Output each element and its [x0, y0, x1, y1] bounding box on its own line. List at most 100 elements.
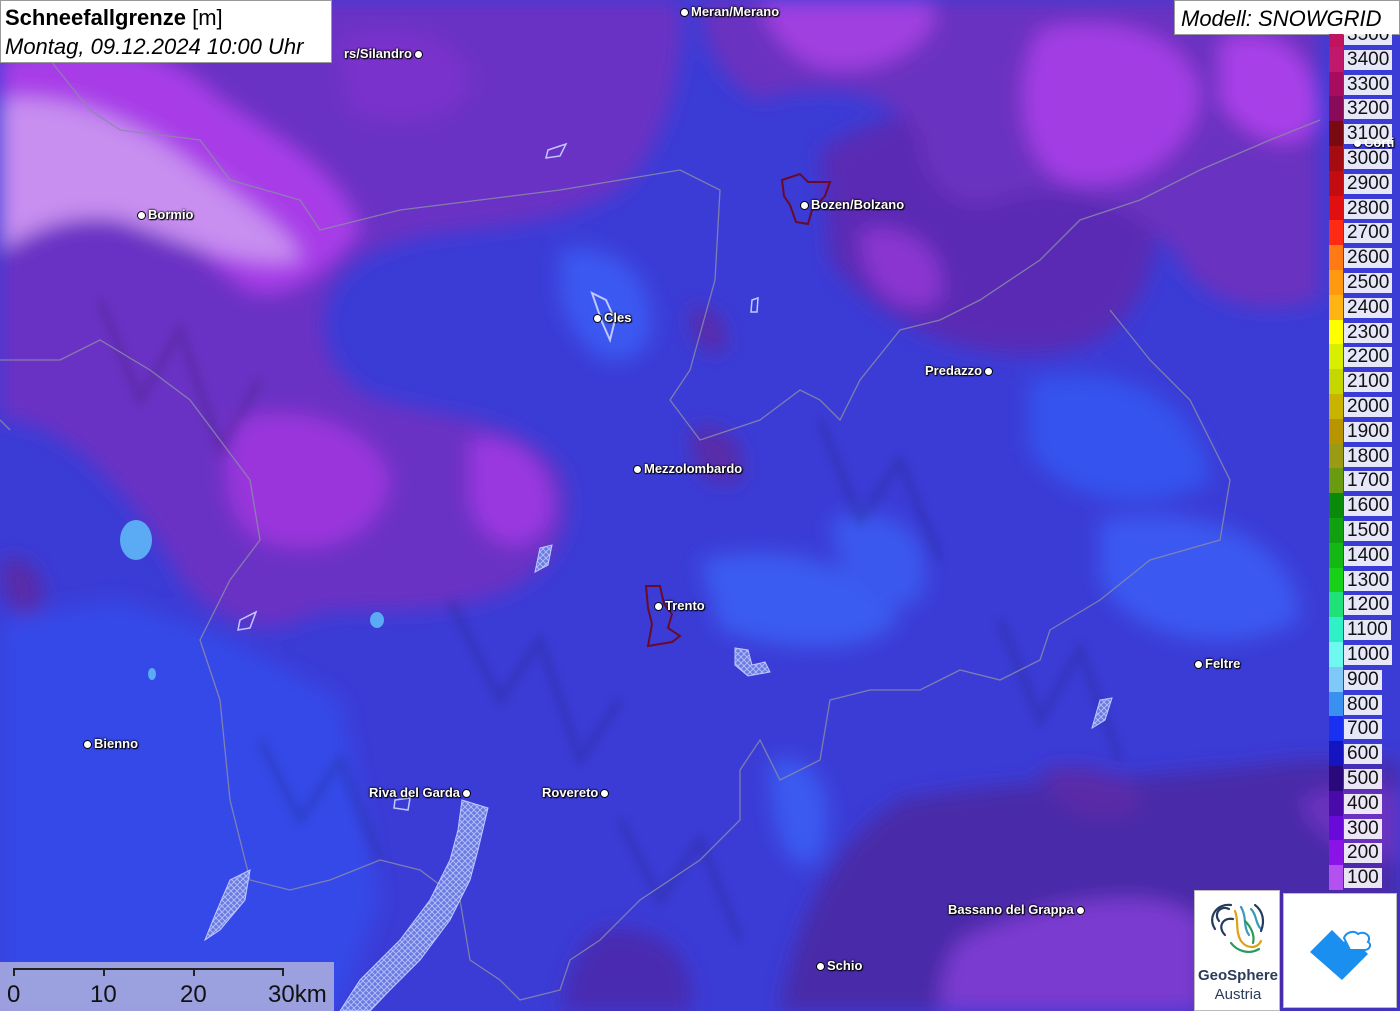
- legend-row: 3400: [1328, 46, 1400, 72]
- mountain-cloud-icon: [1310, 930, 1372, 980]
- legend-swatch: [1329, 518, 1343, 543]
- place-label: Schio: [827, 958, 863, 973]
- legend-swatch: [1329, 766, 1343, 791]
- legend-swatch: [1329, 840, 1343, 866]
- legend-row: 2800: [1328, 195, 1400, 221]
- scale-tick: [13, 968, 15, 976]
- legend-label: 1900: [1344, 421, 1393, 442]
- place-marker: [414, 50, 423, 59]
- scale-tick: [282, 968, 284, 976]
- legend-row: 3200: [1328, 96, 1400, 122]
- place-marker: [680, 8, 689, 17]
- place-label: Meran/Merano: [691, 4, 780, 19]
- geosphere-country: Austria: [1214, 986, 1262, 1003]
- legend-row: 500: [1328, 766, 1400, 791]
- legend-swatch: [1329, 666, 1343, 692]
- scale-bar: 0 10 20 30km: [0, 962, 334, 1011]
- legend-label: 3500: [1344, 34, 1393, 45]
- place-label: rs/Silandro: [344, 46, 412, 61]
- legend-swatch: [1329, 716, 1343, 742]
- geosphere-logo[interactable]: GeoSphere Austria: [1194, 890, 1280, 1011]
- legend-row: 800: [1328, 691, 1400, 717]
- legend-swatch: [1329, 493, 1343, 518]
- legend-swatch: [1329, 270, 1343, 295]
- legend-label: 1800: [1344, 446, 1393, 467]
- app-logo[interactable]: [1283, 893, 1397, 1008]
- legend-label: 2800: [1344, 198, 1393, 219]
- legend-label: 800: [1344, 694, 1382, 715]
- place-label: Bozen/Bolzano: [811, 197, 905, 212]
- legend-swatch: [1329, 592, 1343, 618]
- scale-label: 30km: [268, 981, 327, 1008]
- place-marker: [462, 789, 471, 798]
- legend-row: 200: [1328, 840, 1400, 866]
- legend-swatch: [1329, 195, 1343, 221]
- legend-swatch: [1329, 294, 1343, 320]
- legend-label: 300: [1344, 818, 1382, 839]
- scale-line: [13, 968, 283, 970]
- legend-row: 1800: [1328, 443, 1400, 469]
- scale-label: 20: [180, 981, 207, 1008]
- legend-swatch: [1329, 741, 1343, 766]
- scale-tick: [103, 968, 105, 976]
- legend-label: 1000: [1344, 645, 1393, 665]
- legend-row: 2100: [1328, 369, 1400, 394]
- legend-row: 2900: [1328, 170, 1400, 196]
- snowfall-map[interactable]: [0, 0, 1400, 1011]
- legend-row: 2400: [1328, 294, 1400, 320]
- legend-swatch: [1329, 394, 1343, 419]
- place-label: Riva del Garda: [369, 785, 461, 800]
- cyan-spot: [370, 612, 384, 628]
- legend-label: 2500: [1344, 273, 1393, 293]
- legend-label: 2200: [1344, 347, 1393, 368]
- map-title: Schneefallgrenze [m]: [5, 5, 223, 31]
- place-marker: [83, 740, 92, 749]
- place-label: Bienno: [94, 736, 139, 751]
- legend-label: 600: [1344, 744, 1382, 765]
- legend-row: 300: [1328, 815, 1400, 841]
- legend-swatch: [1329, 617, 1343, 642]
- legend-label: 1200: [1344, 595, 1393, 616]
- legend-label: 2000: [1344, 397, 1393, 417]
- legend-label: 2400: [1344, 297, 1393, 318]
- legend-swatch: [1329, 71, 1343, 97]
- legend-swatch: [1329, 170, 1343, 196]
- legend-label: 1500: [1344, 521, 1393, 541]
- place-marker: [593, 314, 602, 323]
- legend-row: 2600: [1328, 245, 1400, 270]
- place-marker: [137, 211, 146, 220]
- legend-swatch: [1329, 369, 1343, 394]
- legend-swatch: [1329, 443, 1343, 469]
- model-box: Modell: SNOWGRID: [1174, 0, 1400, 35]
- legend-label: 700: [1344, 719, 1382, 740]
- legend-row: 600: [1328, 741, 1400, 766]
- legend-label: 400: [1344, 793, 1382, 814]
- legend-row: 1500: [1328, 518, 1400, 543]
- legend-row: 2700: [1328, 220, 1400, 246]
- legend-row: 100: [1328, 865, 1400, 890]
- legend-swatch: [1329, 245, 1343, 270]
- legend-label: 1700: [1344, 471, 1393, 492]
- legend-swatch: [1329, 567, 1343, 593]
- geosphere-emblem-icon: [1211, 903, 1265, 953]
- place-marker: [800, 201, 809, 210]
- legend-row: 1200: [1328, 592, 1400, 618]
- legend-swatch: [1329, 865, 1343, 890]
- legend-row: 1900: [1328, 418, 1400, 444]
- place-marker: [1076, 906, 1085, 915]
- legend-row: 2000: [1328, 394, 1400, 419]
- place-marker: [600, 789, 609, 798]
- legend-row: 2200: [1328, 344, 1400, 370]
- place-label: Trento: [665, 598, 705, 613]
- legend-label: 3300: [1344, 74, 1393, 95]
- place-label: Bormio: [148, 207, 194, 222]
- legend-label: 2100: [1344, 372, 1393, 393]
- legend-row: 1100: [1328, 617, 1400, 642]
- legend-row: 3100: [1328, 121, 1400, 146]
- place-label: Cles: [604, 310, 632, 325]
- legend-swatch: [1329, 146, 1343, 171]
- legend-row: 400: [1328, 790, 1400, 816]
- legend-row: 900: [1328, 666, 1400, 692]
- place-marker: [633, 465, 642, 474]
- legend-label: 1400: [1344, 545, 1393, 566]
